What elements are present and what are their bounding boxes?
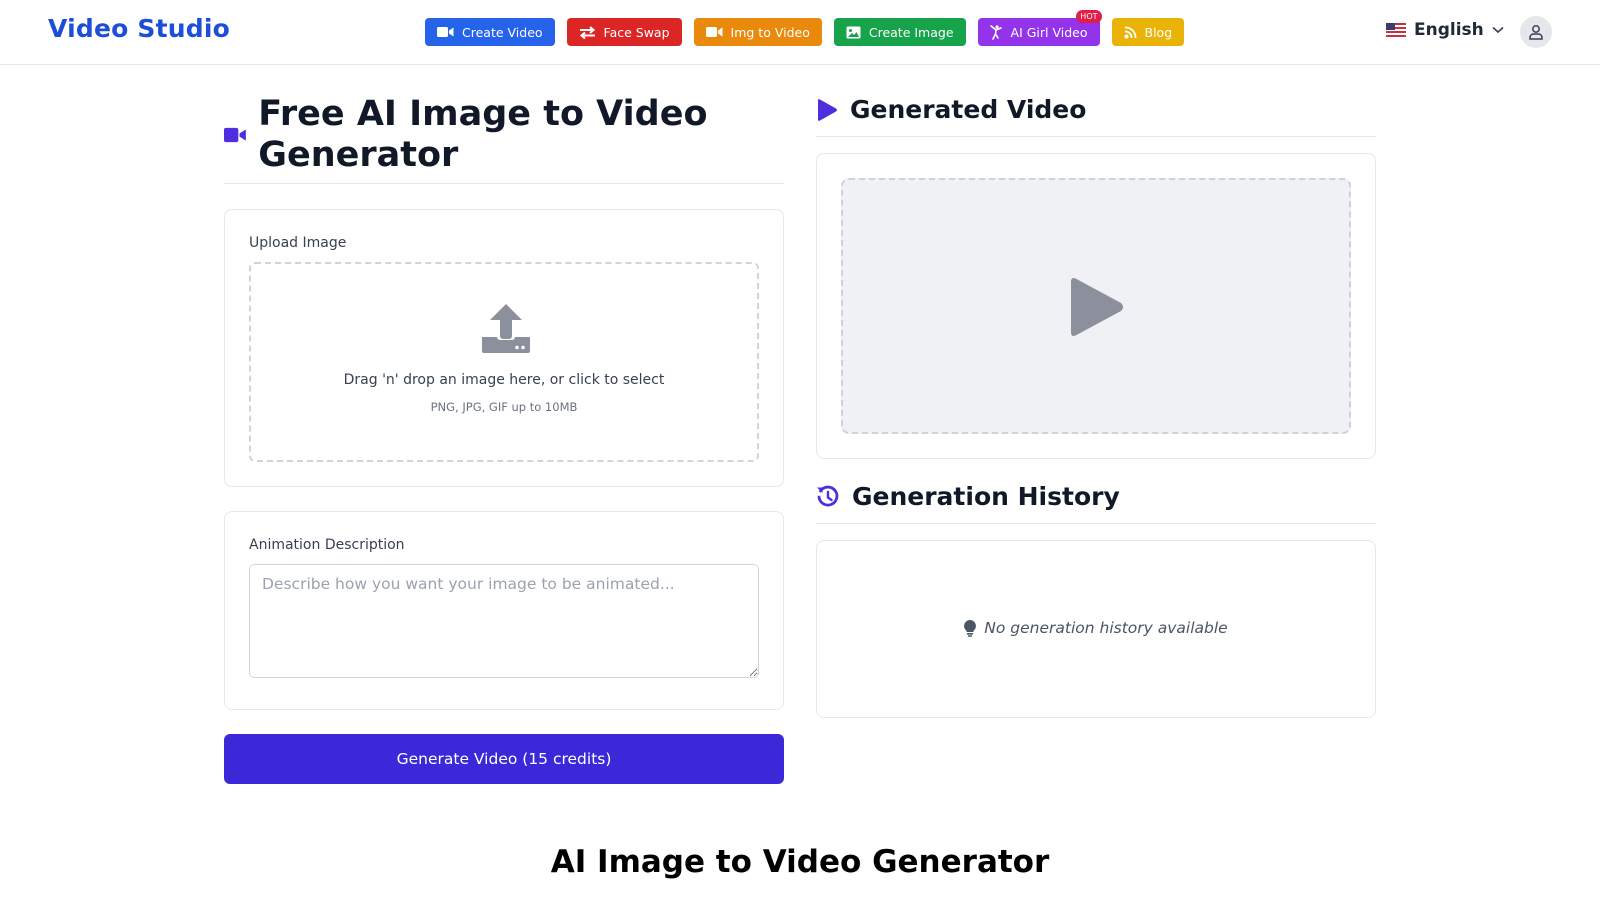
user-icon [1529, 25, 1543, 40]
nav-create-video-button[interactable]: Create Video [425, 18, 555, 46]
image-icon [846, 26, 861, 38]
history-icon [817, 485, 839, 506]
video-placeholder [841, 178, 1351, 434]
us-flag-icon [1386, 23, 1406, 37]
nav-ai-girl-video-button[interactable]: AI Girl Video HOT [977, 10, 1102, 46]
upload-card: Upload Image Drag 'n' drop an image here… [224, 209, 784, 487]
history-empty-state: No generation history available [817, 619, 1375, 637]
nav-bar: Create Video Face Swap Img to Video Crea… [425, 10, 1185, 46]
video-camera-icon [224, 127, 246, 143]
section-heading: AI Image to Video Generator [550, 844, 1050, 880]
language-label: English [1414, 20, 1484, 40]
rss-icon [1124, 26, 1136, 38]
animation-description-input[interactable] [249, 564, 759, 678]
generation-history-header: Generation History [816, 482, 1376, 511]
image-dropzone[interactable]: Drag 'n' drop an image here, or click to… [249, 262, 759, 462]
chevron-down-icon [1492, 26, 1504, 34]
nav-create-image-button[interactable]: Create Image [833, 18, 966, 46]
nav-label: Create Video [462, 24, 543, 40]
nav-blog-button[interactable]: Blog [1111, 18, 1185, 46]
section-divider [816, 136, 1376, 137]
video-camera-icon [705, 27, 723, 37]
dropzone-hint: PNG, JPG, GIF up to 10MB [430, 400, 578, 414]
logo[interactable]: Video Studio [48, 14, 230, 43]
nav-label: Blog [1144, 24, 1173, 40]
generation-history-title: Generation History [852, 482, 1120, 511]
user-avatar-button[interactable] [1520, 16, 1552, 48]
upload-label: Upload Image [249, 235, 347, 251]
nav-face-swap-button[interactable]: Face Swap [566, 18, 682, 46]
page-title-row: Free AI Image to Video Generator [224, 94, 784, 176]
generated-video-header: Generated Video [816, 95, 1376, 124]
page-title: Free AI Image to Video Generator [258, 94, 708, 175]
play-icon [1071, 278, 1123, 336]
hot-badge: HOT [1076, 10, 1102, 23]
dancer-icon [989, 24, 1002, 40]
generate-video-button[interactable]: Generate Video (15 credits) [224, 734, 784, 784]
description-label: Animation Description [249, 537, 405, 553]
title-divider [224, 183, 784, 184]
nav-img-to-video-button[interactable]: Img to Video [693, 18, 822, 46]
lightbulb-icon [964, 619, 977, 637]
generated-video-title: Generated Video [850, 95, 1087, 124]
video-camera-icon [437, 27, 454, 37]
nav-label: AI Girl Video [1010, 24, 1088, 40]
nav-label: Face Swap [603, 24, 670, 40]
language-selector[interactable]: English [1386, 20, 1504, 40]
swap-arrows-icon [579, 25, 595, 39]
dropzone-text: Drag 'n' drop an image here, or click to… [343, 372, 665, 388]
video-preview-card [816, 153, 1376, 459]
history-empty-text: No generation history available [984, 619, 1228, 637]
upload-icon [482, 304, 530, 353]
nav-label: Img to Video [730, 24, 810, 40]
nav-label: Create Image [868, 24, 954, 40]
play-icon [818, 98, 837, 121]
history-card: No generation history available [816, 540, 1376, 718]
top-navbar: Video Studio Create Video Face Swap Img … [0, 0, 1600, 65]
section-divider [816, 523, 1376, 524]
description-card: Animation Description [224, 511, 784, 710]
